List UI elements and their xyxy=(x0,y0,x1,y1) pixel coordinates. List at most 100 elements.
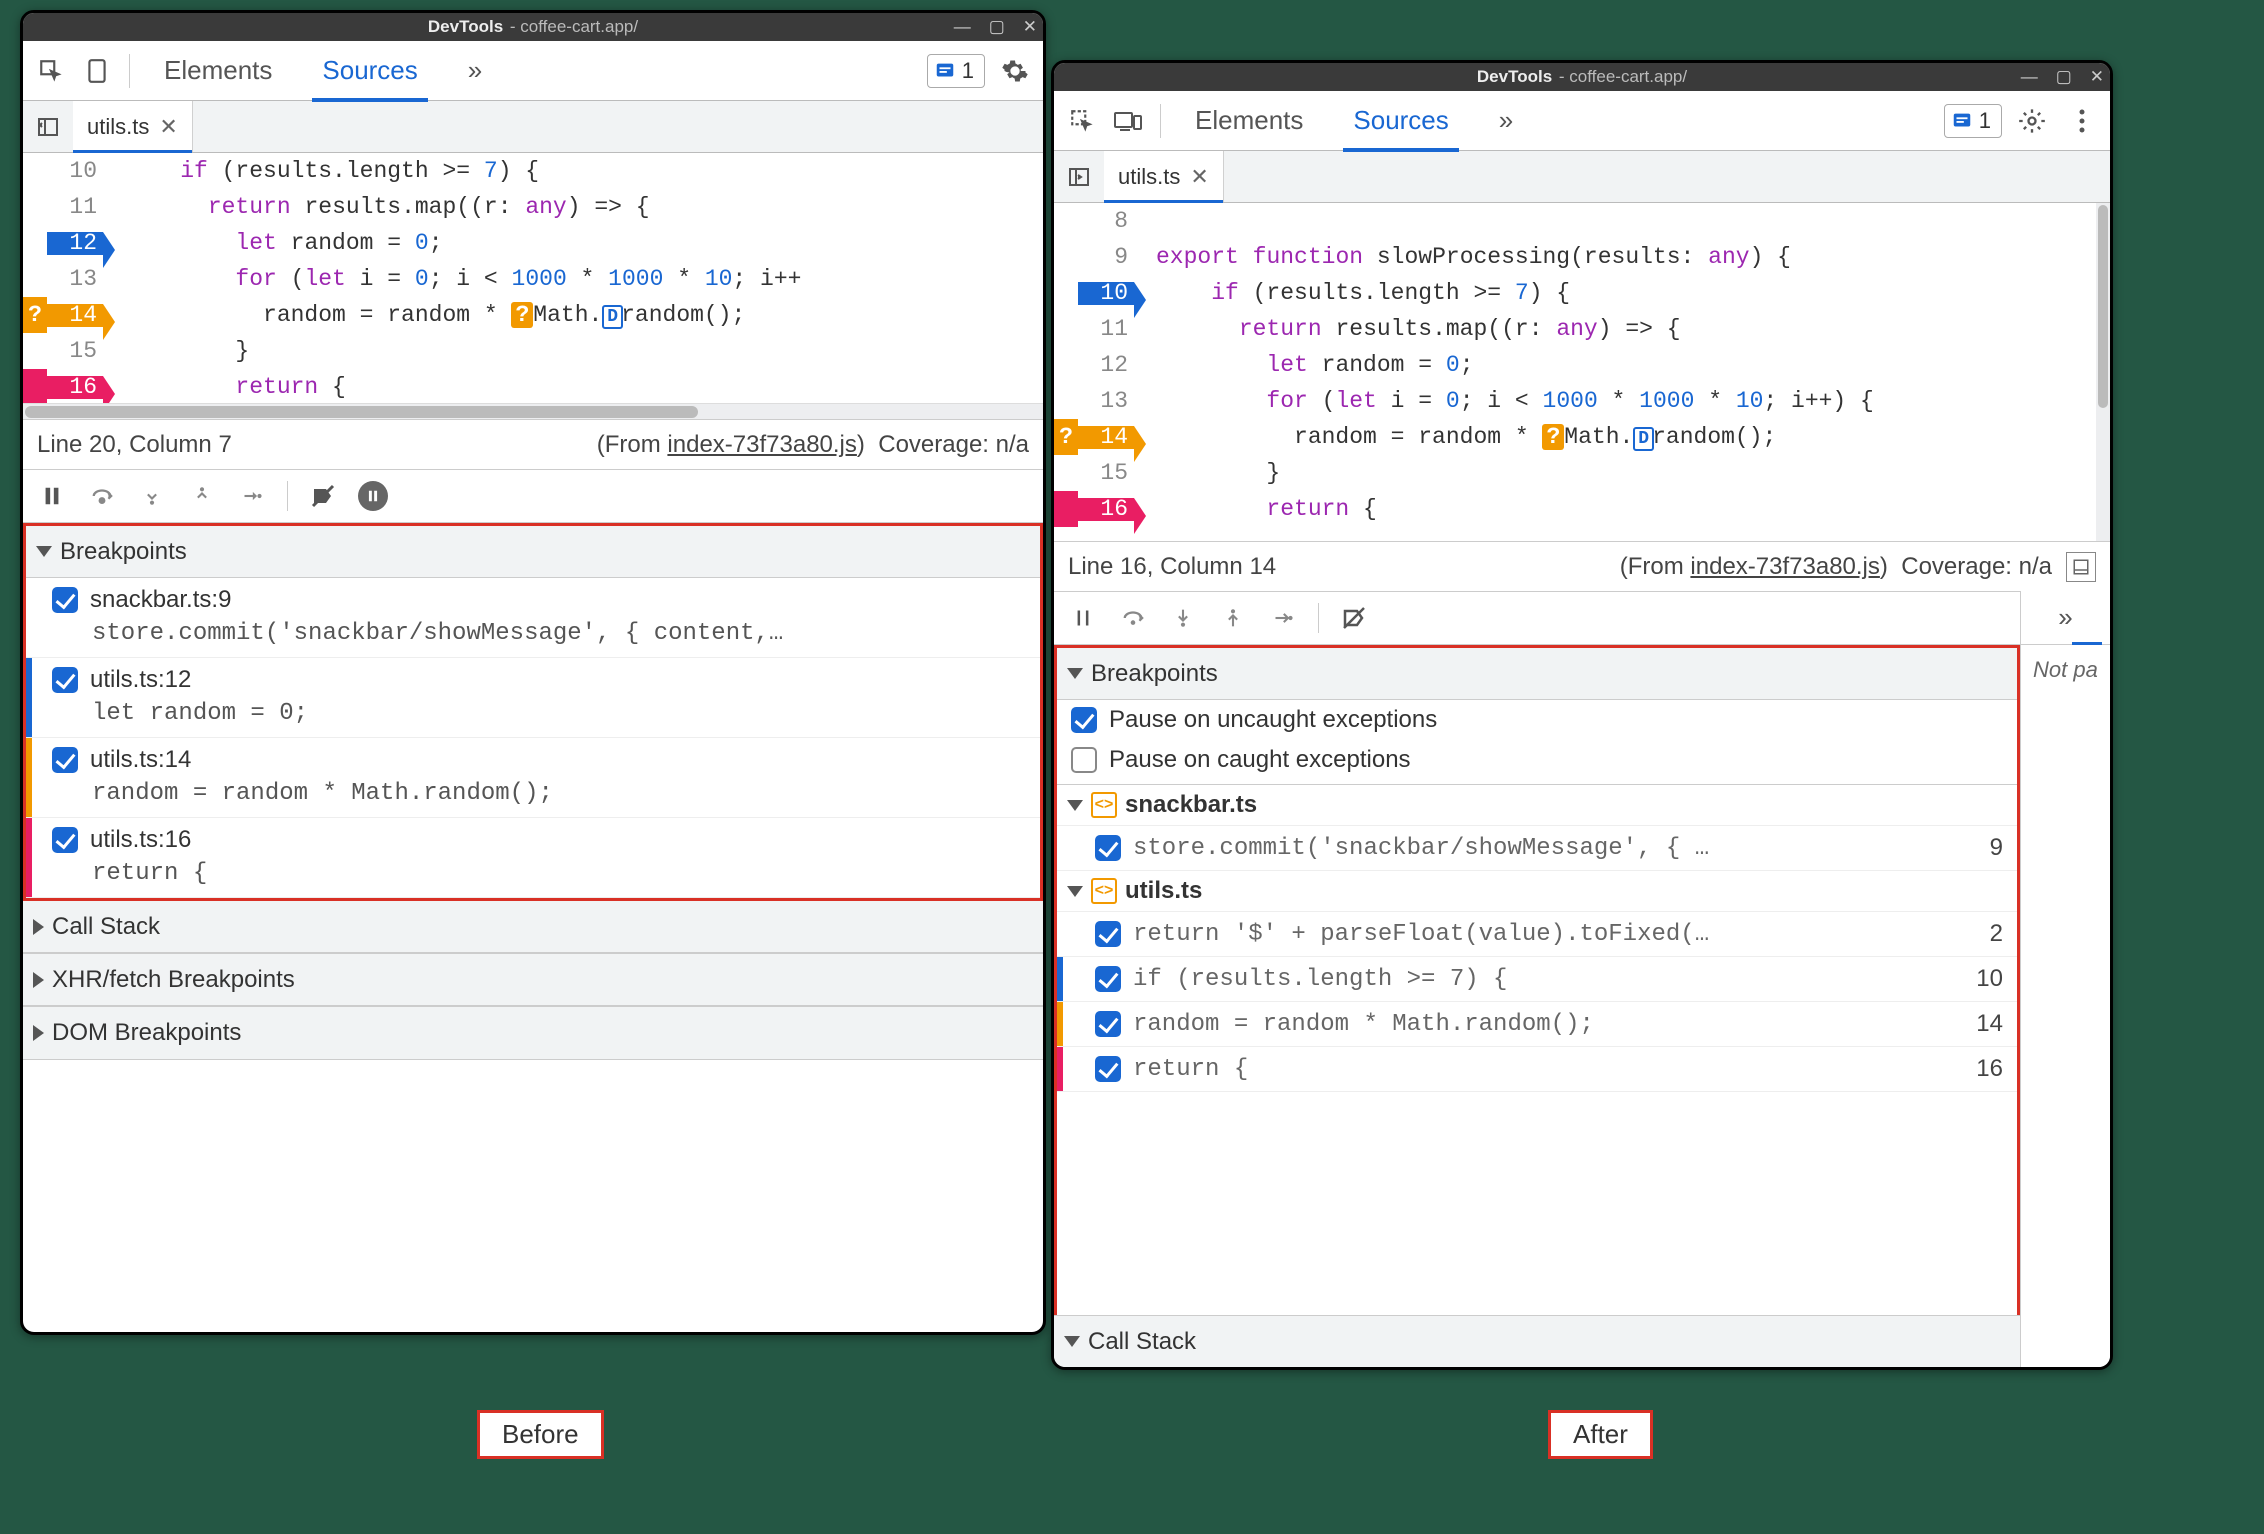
xhr-header[interactable]: XHR/fetch Breakpoints xyxy=(23,954,1043,1006)
code-text[interactable]: let random = 0; xyxy=(1134,354,1474,377)
issues-button[interactable]: 1 xyxy=(1944,104,2002,138)
line-number[interactable]: 9 xyxy=(1078,246,1134,269)
line-number[interactable]: 12 xyxy=(1078,354,1134,377)
more-icon[interactable] xyxy=(2062,101,2102,141)
tab-elements[interactable]: Elements xyxy=(1173,91,1325,151)
code-line[interactable]: 11 return results.map((r: any) => { xyxy=(1054,311,2110,347)
navigator-toggle[interactable] xyxy=(1054,151,1104,202)
step-icon[interactable] xyxy=(1264,599,1302,637)
step-icon[interactable] xyxy=(233,477,271,515)
callstack-header[interactable]: Call Stack xyxy=(23,901,1043,953)
code-text[interactable]: return { xyxy=(1134,498,1377,521)
breakpoint-item[interactable]: random = random * Math.random();14 xyxy=(1057,1002,2017,1047)
breakpoints-header[interactable]: Breakpoints xyxy=(1057,648,2017,700)
checkbox-icon[interactable] xyxy=(52,587,78,613)
code-line[interactable]: 11 return results.map((r: any) => { xyxy=(23,189,1043,225)
step-out-icon[interactable] xyxy=(183,477,221,515)
code-line[interactable]: 13 for (let i = 0; i < 1000 * 1000 * 10;… xyxy=(1054,383,2110,419)
checkbox-icon[interactable] xyxy=(1095,966,1121,992)
step-into-icon[interactable] xyxy=(133,477,171,515)
checkbox-icon[interactable] xyxy=(1071,747,1097,773)
breakpoint-item[interactable]: store.commit('snackbar/showMessage', { …… xyxy=(1057,826,2017,871)
breakpoints-header[interactable]: Breakpoints xyxy=(26,526,1040,578)
issues-button[interactable]: 1 xyxy=(927,54,985,88)
tab-more[interactable]: » xyxy=(1477,91,1535,151)
scrollbar-horizontal[interactable] xyxy=(23,403,1043,419)
minimize-icon[interactable]: — xyxy=(954,17,971,37)
code-line[interactable]: 13 for (let i = 0; i < 1000 * 1000 * 10;… xyxy=(23,261,1043,297)
checkbox-icon[interactable] xyxy=(52,667,78,693)
close-icon[interactable]: ✕ xyxy=(1023,17,1037,37)
code-text[interactable]: if (results.length >= 7) { xyxy=(1134,282,1570,305)
code-text[interactable]: for (let i = 0; i < 1000 * 1000 * 10; i+… xyxy=(103,268,801,291)
step-into-icon[interactable] xyxy=(1164,599,1202,637)
code-line[interactable]: 16 return { xyxy=(23,369,1043,405)
line-number[interactable]: 10 xyxy=(47,160,103,183)
tab-sources[interactable]: Sources xyxy=(300,41,439,101)
callstack-header[interactable]: Call Stack xyxy=(1054,1315,2020,1367)
line-number[interactable]: 16 xyxy=(1078,498,1134,521)
tab-elements[interactable]: Elements xyxy=(142,41,294,101)
device-icon[interactable] xyxy=(1108,101,1148,141)
line-number[interactable]: 8 xyxy=(1078,210,1134,233)
navigator-toggle[interactable] xyxy=(23,101,73,152)
checkbox-icon[interactable] xyxy=(1095,921,1121,947)
source-map-link[interactable]: index-73f73a80.js xyxy=(1690,553,1879,580)
file-tab-utils[interactable]: utils.ts ✕ xyxy=(1104,151,1224,202)
line-number[interactable]: 13 xyxy=(47,268,103,291)
breakpoint-item[interactable]: return '$' + parseFloat(value).toFixed(…… xyxy=(1057,912,2017,957)
code-line[interactable]: 15 } xyxy=(1054,455,2110,491)
deactivate-breakpoints-icon[interactable] xyxy=(304,477,342,515)
breakpoint-item[interactable]: utils.ts:14random = random * Math.random… xyxy=(26,738,1040,818)
checkbox-icon[interactable] xyxy=(52,747,78,773)
show-drawer-icon[interactable] xyxy=(2066,552,2096,582)
checkbox-icon[interactable] xyxy=(1095,1056,1121,1082)
close-icon[interactable]: ✕ xyxy=(2090,67,2104,87)
code-text[interactable]: random = random * ?Math.Drandom(); xyxy=(103,304,745,327)
code-text[interactable]: if (results.length >= 7) { xyxy=(103,160,539,183)
step-over-icon[interactable] xyxy=(1114,599,1152,637)
checkbox-icon[interactable] xyxy=(1071,707,1097,733)
code-text[interactable]: return results.map((r: any) => { xyxy=(103,196,650,219)
titlebar[interactable]: DevTools - coffee-cart.app/ — ▢ ✕ xyxy=(23,13,1043,41)
pause-uncaught-option[interactable]: Pause on uncaught exceptions xyxy=(1057,700,2017,740)
code-text[interactable]: return results.map((r: any) => { xyxy=(1134,318,1681,341)
maximize-icon[interactable]: ▢ xyxy=(989,17,1005,37)
code-text[interactable]: } xyxy=(103,340,249,363)
pause-exceptions-icon[interactable] xyxy=(354,477,392,515)
code-line[interactable]: 12 let random = 0; xyxy=(1054,347,2110,383)
code-line[interactable]: 15 } xyxy=(23,333,1043,369)
deactivate-breakpoints-icon[interactable] xyxy=(1335,599,1373,637)
line-number[interactable]: 12 xyxy=(47,232,103,255)
code-line[interactable]: 8 xyxy=(1054,203,2110,239)
code-text[interactable]: random = random * ?Math.Drandom(); xyxy=(1134,426,1776,449)
inspect-icon[interactable] xyxy=(1062,101,1102,141)
line-number[interactable]: 11 xyxy=(47,196,103,219)
step-out-icon[interactable] xyxy=(1214,599,1252,637)
settings-icon[interactable] xyxy=(2012,101,2052,141)
breakpoint-item[interactable]: utils.ts:16return { xyxy=(26,818,1040,898)
minimize-icon[interactable]: — xyxy=(2021,67,2038,87)
close-tab-icon[interactable]: ✕ xyxy=(1190,164,1208,190)
titlebar[interactable]: DevTools - coffee-cart.app/ — ▢ ✕ xyxy=(1054,63,2110,91)
breakpoint-item[interactable]: if (results.length >= 7) {10 xyxy=(1057,957,2017,1002)
code-text[interactable]: for (let i = 0; i < 1000 * 1000 * 10; i+… xyxy=(1134,390,1874,413)
side-tabs[interactable]: » xyxy=(2021,591,2110,645)
checkbox-icon[interactable] xyxy=(1095,835,1121,861)
scrollbar-vertical[interactable] xyxy=(2096,203,2110,541)
code-text[interactable]: export function slowProcessing(results: … xyxy=(1134,246,1791,269)
line-number[interactable]: 14 xyxy=(1078,426,1134,449)
breakpoint-item[interactable]: utils.ts:12let random = 0; xyxy=(26,658,1040,738)
code-line[interactable]: 10 if (results.length >= 7) { xyxy=(1054,275,2110,311)
breakpoint-item[interactable]: return {16 xyxy=(1057,1047,2017,1092)
maximize-icon[interactable]: ▢ xyxy=(2056,67,2072,87)
line-number[interactable]: 14 xyxy=(47,304,103,327)
code-editor[interactable]: 8 9export function slowProcessing(results… xyxy=(1054,203,2110,541)
code-line[interactable]: 12 let random = 0; xyxy=(23,225,1043,261)
breakpoint-file-group[interactable]: <>utils.ts xyxy=(1057,871,2017,912)
line-number[interactable]: 11 xyxy=(1078,318,1134,341)
code-editor[interactable]: 10 if (results.length >= 7) {11 return r… xyxy=(23,153,1043,419)
line-number[interactable]: 13 xyxy=(1078,390,1134,413)
settings-icon[interactable] xyxy=(995,51,1035,91)
code-text[interactable]: return { xyxy=(103,376,346,399)
